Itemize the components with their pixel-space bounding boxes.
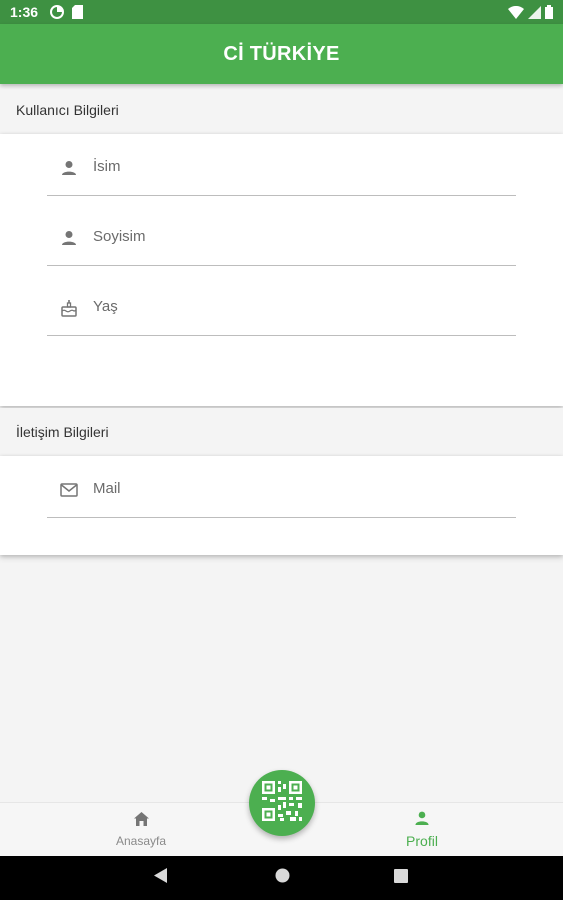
age-field <box>47 278 516 336</box>
recent-square-icon <box>394 868 408 888</box>
name-field <box>47 138 516 196</box>
person-icon <box>415 811 429 830</box>
home-icon <box>133 812 149 831</box>
surname-field <box>47 208 516 266</box>
status-bar: 1:36 <box>0 0 563 24</box>
back-triangle-icon <box>154 868 168 888</box>
mail-field <box>47 460 516 518</box>
nav-label-home: Anasayfa <box>115 834 167 848</box>
nav-label-profile: Profil <box>406 833 438 849</box>
name-input[interactable] <box>93 158 473 175</box>
home-circle-icon <box>275 868 290 888</box>
mail-icon <box>47 482 91 497</box>
data-saver-icon <box>50 5 65 19</box>
sim-card-icon <box>72 5 84 19</box>
mail-input[interactable] <box>93 480 473 497</box>
section-header-user-info: Kullanıcı Bilgileri <box>0 86 563 134</box>
status-time: 1:36 <box>10 4 39 20</box>
surname-input[interactable] <box>93 228 473 245</box>
cake-icon <box>47 299 91 317</box>
person-icon <box>47 160 91 176</box>
app-title: Cİ TÜRKİYE <box>223 42 340 65</box>
wifi-icon <box>508 5 524 19</box>
qr-code-icon <box>262 780 302 826</box>
nav-item-home[interactable]: Anasayfa <box>81 803 201 857</box>
section-header-contact-info: İletişim Bilgileri <box>0 408 563 456</box>
signal-icon <box>528 5 541 19</box>
recent-apps-button[interactable] <box>371 856 431 900</box>
nav-item-profile[interactable]: Profil <box>362 803 482 857</box>
system-navigation-bar <box>0 856 563 900</box>
home-button[interactable] <box>252 856 312 900</box>
age-input[interactable] <box>93 298 473 315</box>
user-info-card <box>0 134 563 406</box>
battery-icon <box>545 5 553 19</box>
back-button[interactable] <box>131 856 191 900</box>
contact-info-card <box>0 456 563 555</box>
app-bar: Cİ TÜRKİYE <box>0 24 563 84</box>
qr-scan-button[interactable] <box>249 770 315 836</box>
person-icon <box>47 230 91 246</box>
